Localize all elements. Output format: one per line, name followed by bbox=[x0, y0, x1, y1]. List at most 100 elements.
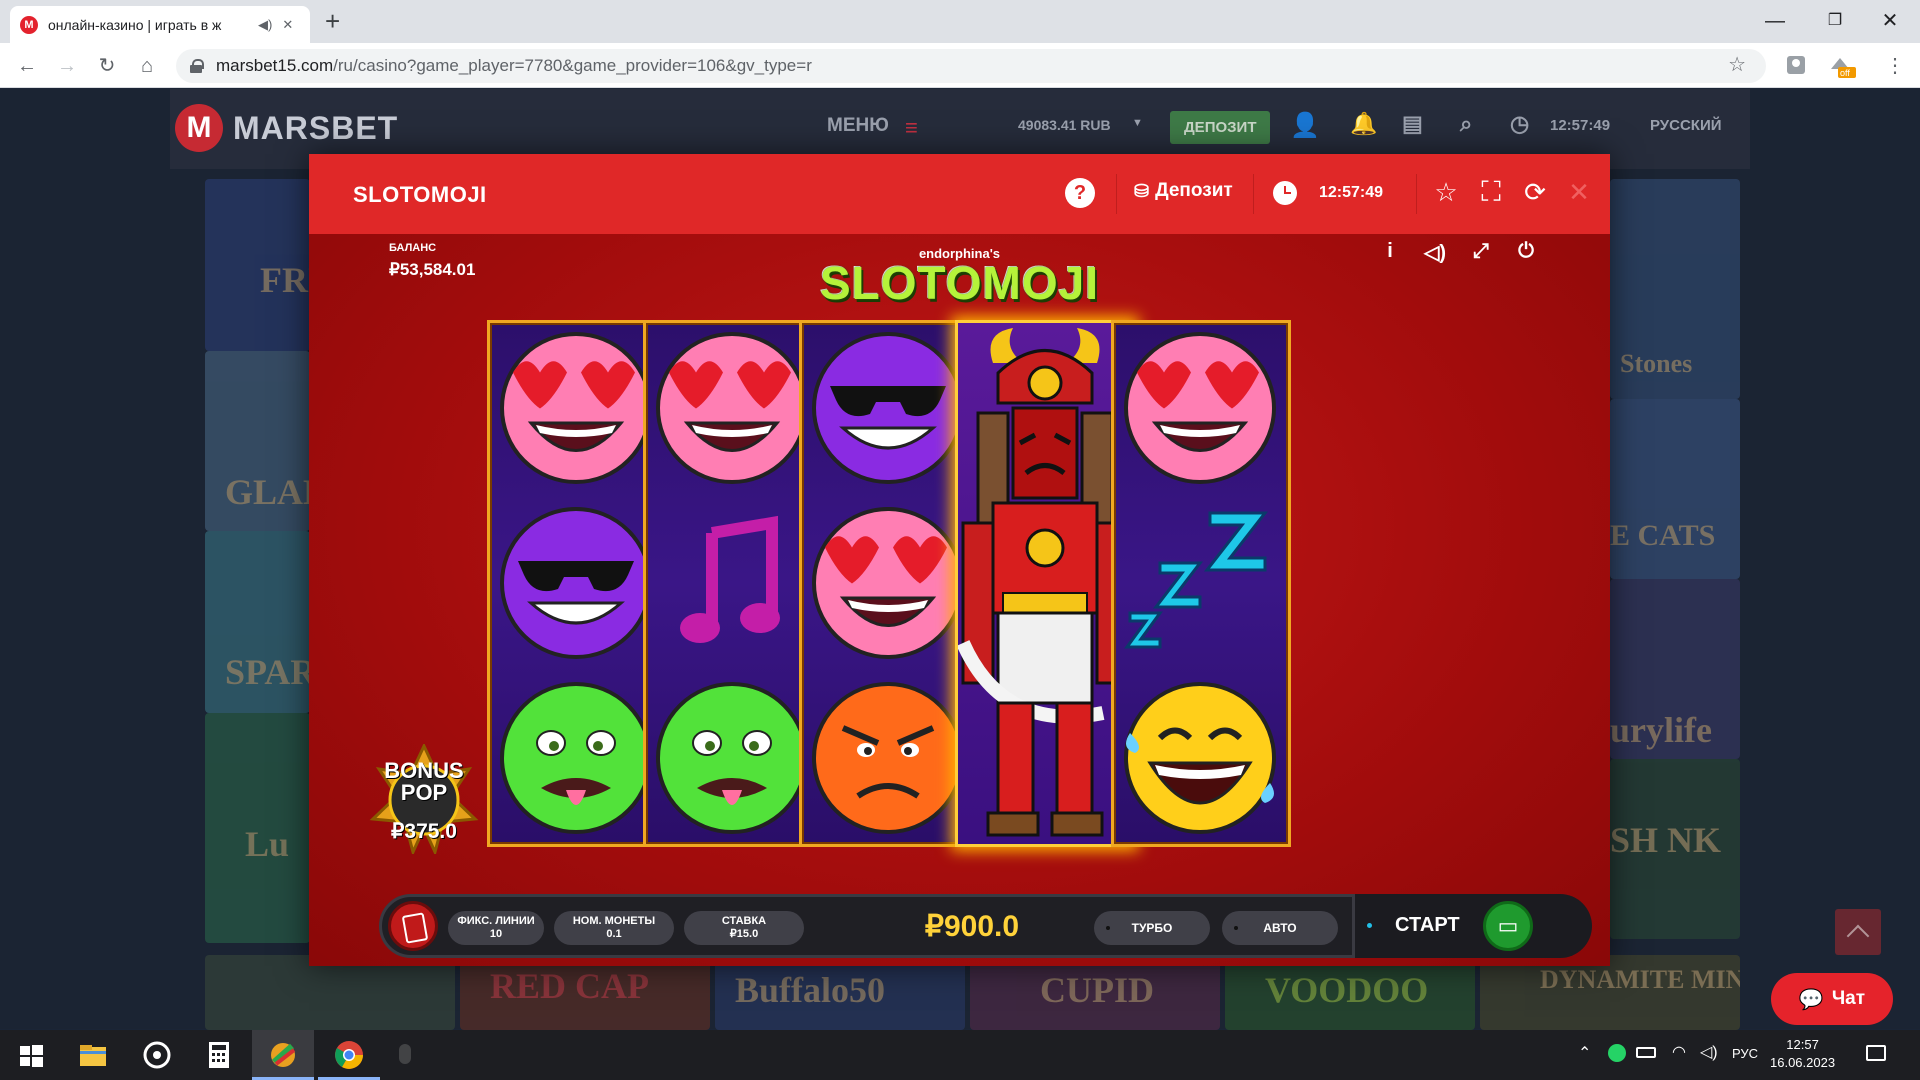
start-label[interactable]: СТАРТ bbox=[1395, 914, 1460, 937]
balance-dropdown-icon[interactable]: ▼ bbox=[1132, 117, 1143, 129]
window-close-button[interactable]: ✕ bbox=[1870, 6, 1910, 36]
turbo-label: ТУРБО bbox=[1131, 921, 1173, 935]
mouse-icon[interactable] bbox=[388, 1038, 422, 1072]
bet-button[interactable]: СТАВКА ₽15.0 bbox=[684, 911, 804, 945]
site-logo[interactable]: M MARSBET bbox=[175, 104, 398, 152]
restore-button[interactable]: ❐ bbox=[1815, 6, 1855, 36]
power-icon[interactable]: ⏻ bbox=[1511, 240, 1541, 263]
close-icon[interactable]: ✕ bbox=[1563, 176, 1595, 208]
tray-chevron-icon[interactable]: ⌃ bbox=[1578, 1043, 1591, 1063]
whatsapp-tray-icon[interactable] bbox=[1608, 1044, 1626, 1062]
search-icon[interactable]: ⌕ bbox=[1460, 111, 1472, 137]
site-deposit-button[interactable]: ДЕПОЗИТ bbox=[1170, 111, 1271, 144]
favorite-star-icon[interactable]: ☆ bbox=[1430, 176, 1462, 208]
angry-symbol bbox=[812, 682, 964, 834]
browser-tab[interactable]: M онлайн-казино | играть в ж ◀) ✕ bbox=[10, 6, 310, 43]
receipt-icon[interactable]: ▤ bbox=[1402, 111, 1423, 137]
auto-label: АВТО bbox=[1263, 921, 1297, 935]
file-explorer-icon[interactable] bbox=[76, 1038, 110, 1072]
minimize-button[interactable]: — bbox=[1755, 6, 1795, 36]
browser-menu-icon[interactable]: ⋮ bbox=[1880, 51, 1910, 81]
game-tile[interactable]: Stones bbox=[1610, 179, 1740, 399]
refresh-icon[interactable]: ⟳ bbox=[1519, 176, 1551, 208]
taskbar-chrome[interactable] bbox=[318, 1030, 380, 1080]
turbo-toggle[interactable]: ТУРБО bbox=[1094, 911, 1210, 945]
taskbar-date: 16.06.2023 bbox=[1770, 1055, 1836, 1070]
heart-eyes-symbol bbox=[1124, 332, 1276, 484]
game-tile[interactable]: SPAR bbox=[205, 531, 310, 713]
url-input[interactable]: marsbet15.com/ru/casino?game_player=7780… bbox=[176, 49, 1766, 83]
tab-title: онлайн-казино | играть в ж bbox=[48, 16, 222, 33]
modal-header: SLOTOMOJI ? ⛁ Депозит 12:57:49 ☆ ⛶ ⟳ ✕ bbox=[309, 154, 1610, 234]
game-tile[interactable]: RED CAP bbox=[460, 955, 710, 1030]
taskbar-time: 12:57 bbox=[1786, 1037, 1819, 1052]
bonus-pop-value: ₽375.0 bbox=[391, 820, 457, 843]
forward-button[interactable]: → bbox=[52, 51, 82, 81]
game-tile[interactable]: SH NK bbox=[1610, 759, 1740, 939]
game-tile[interactable]: urylife bbox=[1610, 579, 1740, 759]
new-tab-button[interactable]: + bbox=[325, 6, 340, 36]
chat-label: Чат bbox=[1831, 988, 1866, 1009]
extension-icon[interactable] bbox=[1784, 53, 1808, 77]
volume-icon[interactable]: ◁) bbox=[1700, 1042, 1718, 1062]
total-bet-value: ₽900.0 bbox=[924, 910, 1020, 943]
home-button[interactable]: ⌂ bbox=[132, 51, 162, 81]
game-tile[interactable]: Buffalo50 bbox=[715, 955, 965, 1030]
svg-text:off: off bbox=[1840, 68, 1850, 78]
extension-off-icon[interactable]: off bbox=[1828, 53, 1856, 78]
reload-button[interactable]: ↻ bbox=[92, 51, 122, 81]
battery-icon[interactable] bbox=[1636, 1047, 1656, 1058]
reel-2 bbox=[643, 320, 823, 847]
taskbar-clock[interactable]: 12:57 16.06.2023 bbox=[1770, 1036, 1835, 1072]
clock-icon bbox=[1273, 181, 1297, 205]
lock-icon[interactable] bbox=[190, 59, 204, 73]
menu-icon[interactable]: ≡ bbox=[905, 115, 918, 141]
wifi-icon[interactable]: ◠ bbox=[1672, 1042, 1686, 1062]
spin-button[interactable]: ▭ bbox=[1483, 901, 1533, 951]
reel-1 bbox=[487, 320, 667, 847]
game-tile[interactable]: GLAD bbox=[205, 351, 310, 531]
game-tile[interactable]: CUPID bbox=[970, 955, 1220, 1030]
tab-close-icon[interactable]: ✕ bbox=[282, 17, 293, 33]
language-select[interactable]: РУССКИЙ bbox=[1650, 117, 1722, 134]
windows-start-icon[interactable] bbox=[14, 1038, 48, 1072]
scroll-to-top-button[interactable] bbox=[1835, 909, 1881, 955]
auto-toggle[interactable]: АВТО bbox=[1222, 911, 1338, 945]
sound-icon[interactable]: ◁) bbox=[1420, 240, 1450, 265]
game-tile[interactable]: VOODOO bbox=[1225, 955, 1475, 1030]
user-icon[interactable]: 👤 bbox=[1290, 111, 1320, 140]
bell-icon[interactable]: 🔔 bbox=[1350, 111, 1377, 137]
back-button[interactable]: ← bbox=[12, 51, 42, 81]
game-tile[interactable] bbox=[205, 955, 455, 1030]
modal-deposit-button[interactable]: ⛁ Депозит bbox=[1134, 180, 1233, 202]
bookmark-star-icon[interactable]: ☆ bbox=[1728, 52, 1746, 77]
reel-5 bbox=[1111, 320, 1291, 847]
game-tile[interactable]: Lu bbox=[205, 713, 310, 943]
coin-value-button[interactable]: НОМ. МОНЕТЫ 0.1 bbox=[554, 911, 674, 945]
bonus-pop-label: BONUS POP bbox=[384, 758, 464, 805]
auto-indicator bbox=[1234, 926, 1238, 930]
gamble-card-button[interactable] bbox=[388, 901, 438, 951]
fullscreen-icon[interactable]: ⛶ bbox=[1475, 176, 1507, 208]
notification-center-icon[interactable] bbox=[1866, 1045, 1886, 1061]
game-fullscreen-icon[interactable]: ⤢ bbox=[1466, 240, 1496, 263]
media-app-icon[interactable] bbox=[140, 1038, 174, 1072]
game-tile[interactable]: FRU bbox=[205, 179, 310, 351]
menu-button[interactable]: МЕНЮ bbox=[827, 115, 889, 137]
game-tile[interactable]: E CATS bbox=[1610, 399, 1740, 579]
site-balance[interactable]: 49083.41 RUB bbox=[1018, 117, 1111, 133]
calculator-icon[interactable] bbox=[202, 1038, 236, 1072]
info-icon[interactable]: i bbox=[1375, 240, 1405, 263]
chat-button[interactable]: 💬 Чат bbox=[1771, 973, 1893, 1025]
browser-tab-bar: M онлайн-казино | играть в ж ◀) ✕ + — ❐ … bbox=[0, 0, 1920, 43]
slot-game: БАЛАНС ₽53,584.01 endorphina's SLOTOMOJI… bbox=[309, 234, 1610, 966]
samurai-symbol bbox=[958, 328, 1129, 837]
fixed-lines-button[interactable]: ФИКС. ЛИНИИ 10 bbox=[448, 911, 544, 945]
tab-audio-icon[interactable]: ◀) bbox=[258, 17, 272, 33]
start-indicator bbox=[1367, 923, 1372, 928]
input-language[interactable]: РУС bbox=[1732, 1046, 1758, 1061]
game-tile[interactable]: DYNAMITE MINER bbox=[1480, 955, 1740, 1030]
reel-3 bbox=[799, 320, 979, 847]
help-button[interactable]: ? bbox=[1065, 178, 1095, 208]
taskbar-active-app[interactable] bbox=[252, 1030, 314, 1080]
